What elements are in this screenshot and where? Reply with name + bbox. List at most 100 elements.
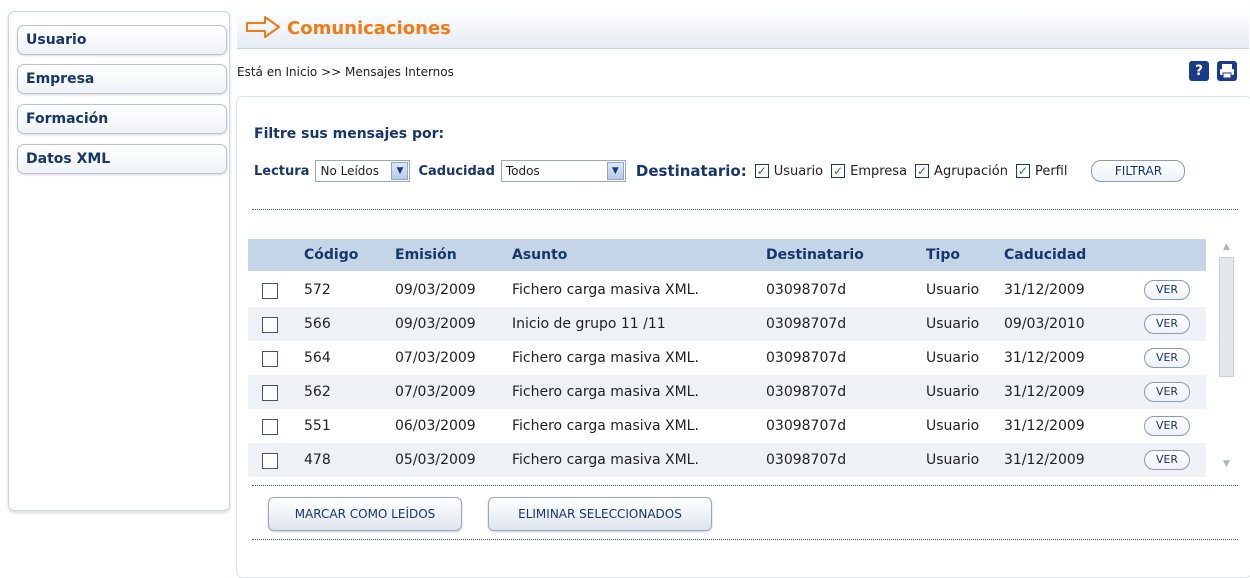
cell-codigo: 478	[304, 452, 331, 468]
page-title: Comunicaciones	[287, 18, 451, 39]
cell-tipo: Usuario	[926, 418, 980, 434]
cell-tipo: Usuario	[926, 350, 980, 366]
row-checkbox[interactable]	[262, 453, 278, 469]
cell-asunto: Fichero carga masiva XML.	[512, 350, 699, 366]
caducidad-select-value: Todos	[505, 164, 540, 178]
row-checkbox[interactable]	[262, 419, 278, 435]
ver-button[interactable]: VER	[1144, 348, 1190, 368]
caducidad-label: Caducidad	[418, 163, 495, 179]
cell-caducidad: 31/12/2009	[1004, 418, 1085, 434]
help-icon[interactable]: ?	[1189, 61, 1209, 81]
sidebar-item-usuario[interactable]: Usuario	[17, 25, 227, 55]
scroll-up-icon[interactable]: ▲	[1218, 239, 1235, 256]
cell-tipo: Usuario	[926, 316, 980, 332]
col-header-caducidad[interactable]: Caducidad	[1004, 247, 1086, 263]
cell-destinatario: 03098707d	[766, 316, 847, 332]
sidebar-item-formacion[interactable]: Formación	[17, 104, 227, 134]
filter-title: Filtre sus mensajes por:	[254, 126, 445, 142]
cell-tipo: Usuario	[926, 384, 980, 400]
cell-caducidad: 09/03/2010	[1004, 316, 1085, 332]
cell-asunto: Fichero carga masiva XML.	[512, 384, 699, 400]
table-row: 572 09/03/2009 Fichero carga masiva XML.…	[248, 273, 1206, 307]
cell-emision: 05/03/2009	[395, 452, 476, 468]
table-row: 564 07/03/2009 Fichero carga masiva XML.…	[248, 341, 1206, 375]
col-header-destinatario[interactable]: Destinatario	[766, 247, 864, 263]
ver-button[interactable]: VER	[1144, 314, 1190, 334]
ver-button[interactable]: VER	[1144, 280, 1190, 300]
table-row: 478 05/03/2009 Fichero carga masiva XML.…	[248, 443, 1206, 477]
cell-tipo: Usuario	[926, 282, 980, 298]
row-checkbox[interactable]	[262, 385, 278, 401]
cell-emision: 09/03/2009	[395, 282, 476, 298]
col-header-asunto[interactable]: Asunto	[512, 247, 567, 263]
cell-emision: 06/03/2009	[395, 418, 476, 434]
table-header: Código Emisión Asunto Destinatario Tipo …	[248, 239, 1206, 271]
cell-destinatario: 03098707d	[766, 384, 847, 400]
filter-row: Lectura No Leídos ▼ Caducidad Todos ▼ De…	[254, 158, 1186, 184]
lectura-select-value: No Leídos	[320, 164, 380, 178]
agrupacion-checkbox-label: Agrupación	[934, 163, 1008, 179]
cell-destinatario: 03098707d	[766, 350, 847, 366]
perfil-checkbox[interactable]: ✓	[1015, 164, 1030, 178]
cell-emision: 07/03/2009	[395, 384, 476, 400]
cell-asunto: Inicio de grupo 11 /11	[512, 316, 666, 332]
lectura-select[interactable]: No Leídos ▼	[315, 160, 411, 182]
page-header: Comunicaciones	[237, 8, 1249, 49]
sidebar-item-empresa[interactable]: Empresa	[17, 64, 227, 94]
cell-caducidad: 31/12/2009	[1004, 282, 1085, 298]
cell-codigo: 564	[304, 350, 331, 366]
ver-button[interactable]: VER	[1144, 450, 1190, 470]
sidebar-item-datos-xml[interactable]: Datos XML	[17, 144, 227, 174]
cell-codigo: 551	[304, 418, 331, 434]
col-header-tipo[interactable]: Tipo	[926, 247, 960, 263]
table-row: 551 06/03/2009 Fichero carga masiva XML.…	[248, 409, 1206, 443]
sidebar: Usuario Empresa Formación Datos XML	[8, 11, 230, 511]
row-checkbox[interactable]	[262, 317, 278, 333]
filtrar-button[interactable]: FILTRAR	[1091, 160, 1186, 182]
mark-read-button[interactable]: MARCAR COMO LEÍDOS	[268, 497, 462, 531]
chevron-down-icon: ▼	[606, 162, 624, 180]
table-row: 562 07/03/2009 Fichero carga masiva XML.…	[248, 375, 1206, 409]
print-icon[interactable]	[1217, 61, 1237, 81]
col-header-emision[interactable]: Emisión	[395, 247, 457, 263]
agrupacion-checkbox[interactable]: ✓	[915, 164, 930, 178]
ver-button[interactable]: VER	[1144, 382, 1190, 402]
scroll-thumb[interactable]	[1219, 257, 1234, 377]
cell-caducidad: 31/12/2009	[1004, 384, 1085, 400]
perfil-checkbox-label: Perfil	[1034, 163, 1068, 179]
cell-tipo: Usuario	[926, 452, 980, 468]
cell-emision: 07/03/2009	[395, 350, 476, 366]
empresa-checkbox-label: Empresa	[850, 163, 908, 179]
empresa-checkbox[interactable]: ✓	[831, 164, 846, 178]
cell-codigo: 562	[304, 384, 331, 400]
cell-destinatario: 03098707d	[766, 282, 847, 298]
destinatario-label: Destinatario:	[635, 162, 747, 180]
divider	[252, 539, 1238, 540]
row-checkbox[interactable]	[262, 351, 278, 367]
divider	[252, 485, 1238, 486]
arrow-right-icon	[245, 15, 281, 43]
caducidad-select[interactable]: Todos ▼	[500, 160, 626, 182]
ver-button[interactable]: VER	[1144, 416, 1190, 436]
lectura-label: Lectura	[254, 163, 310, 179]
cell-codigo: 572	[304, 282, 331, 298]
chevron-down-icon: ▼	[391, 162, 409, 180]
cell-asunto: Fichero carga masiva XML.	[512, 418, 699, 434]
table-row: 566 09/03/2009 Inicio de grupo 11 /11 03…	[248, 307, 1206, 341]
usuario-checkbox-label: Usuario	[773, 163, 824, 179]
usuario-checkbox[interactable]: ✓	[754, 164, 769, 178]
breadcrumb: Está en Inicio >> Mensajes Internos	[237, 65, 454, 79]
cell-asunto: Fichero carga masiva XML.	[512, 282, 699, 298]
cell-caducidad: 31/12/2009	[1004, 350, 1085, 366]
cell-asunto: Fichero carga masiva XML.	[512, 452, 699, 468]
cell-destinatario: 03098707d	[766, 452, 847, 468]
table-scrollbar[interactable]: ▲ ▼	[1218, 239, 1235, 473]
scroll-down-icon[interactable]: ▼	[1218, 456, 1235, 473]
delete-selected-button[interactable]: ELIMINAR SELECCIONADOS	[488, 497, 712, 531]
row-checkbox[interactable]	[262, 283, 278, 299]
cell-codigo: 566	[304, 316, 331, 332]
cell-emision: 09/03/2009	[395, 316, 476, 332]
divider	[252, 209, 1238, 210]
cell-destinatario: 03098707d	[766, 418, 847, 434]
col-header-codigo[interactable]: Código	[304, 247, 358, 263]
